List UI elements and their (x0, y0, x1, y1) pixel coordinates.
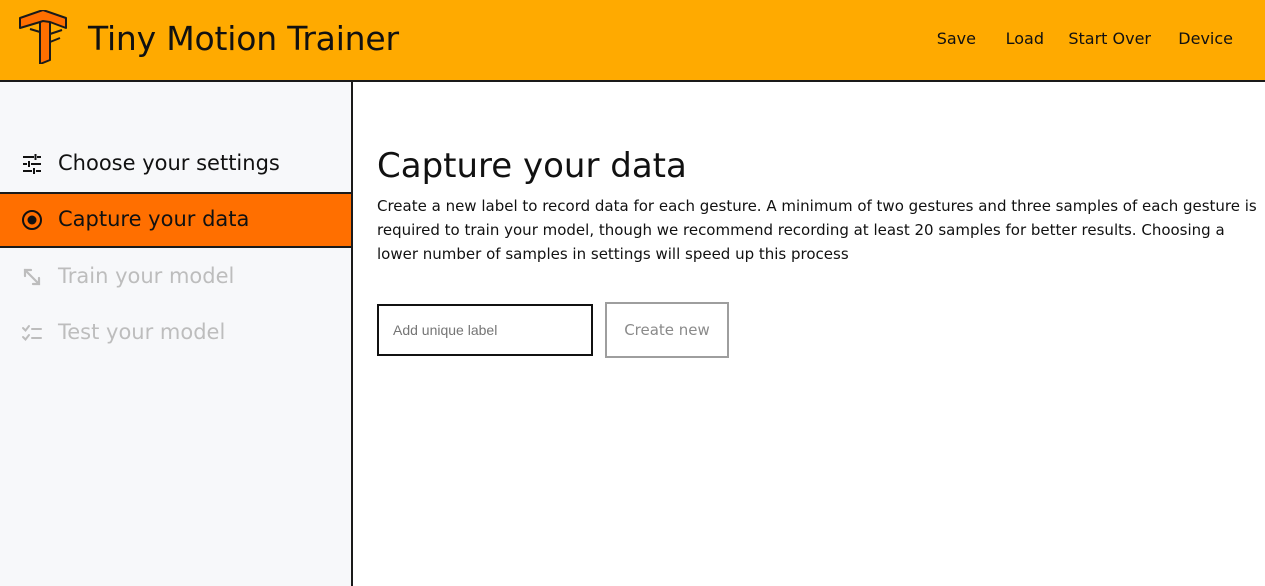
steps-sidebar: Choose your settings Capture your data T… (0, 82, 353, 586)
radio-target-icon (22, 210, 42, 230)
step-label: Test your model (58, 320, 226, 344)
page-description: Create a new label to record data for ea… (377, 197, 1257, 263)
nav-load-link[interactable]: Load (1006, 29, 1044, 48)
checklist-icon (22, 325, 42, 342)
step-capture-data[interactable]: Capture your data (0, 192, 351, 248)
unique-label-input[interactable] (377, 304, 593, 356)
nav-save-link[interactable]: Save (937, 29, 976, 48)
step-train-model[interactable]: Train your model (0, 249, 351, 305)
app-title: Tiny Motion Trainer (88, 19, 399, 58)
create-new-button[interactable]: Create new (605, 302, 729, 358)
tensorflow-logo-icon (19, 10, 67, 64)
app-header: Tiny Motion Trainer Save Load Start Over… (0, 0, 1265, 82)
step-label: Train your model (58, 264, 235, 288)
tune-sliders-icon (23, 154, 41, 174)
expand-arrows-icon (23, 268, 41, 286)
step-test-model[interactable]: Test your model (0, 305, 351, 361)
step-choose-settings[interactable]: Choose your settings (0, 136, 351, 192)
step-label: Capture your data (58, 207, 250, 231)
step-label: Choose your settings (58, 151, 280, 175)
main-content: Capture your data Create a new label to … (353, 82, 1265, 586)
nav-device-link[interactable]: Device (1178, 29, 1233, 48)
nav-start-over-link[interactable]: Start Over (1068, 29, 1151, 48)
page-title: Capture your data (377, 146, 687, 186)
